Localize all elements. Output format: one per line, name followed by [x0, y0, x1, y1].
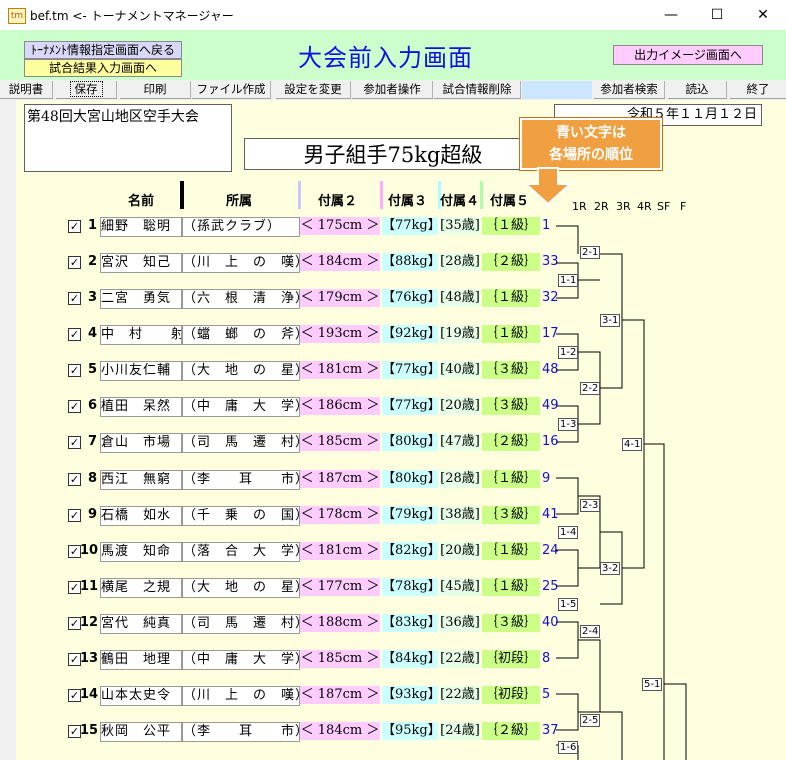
tournament-bracket [556, 225, 687, 760]
bracket-match-label[interactable]: 3-2 [600, 562, 621, 575]
bracket-match-label[interactable]: 5-1 [642, 678, 663, 691]
bracket-match-label[interactable]: 2-5 [580, 714, 601, 727]
bracket-match-label[interactable]: 2-2 [580, 382, 601, 395]
bracket-match-label[interactable]: 1-1 [558, 274, 579, 287]
bracket-match-label[interactable]: 1-4 [558, 526, 579, 539]
bracket-match-label[interactable]: 4-1 [622, 438, 643, 451]
bracket-match-label[interactable]: 2-1 [580, 246, 601, 259]
bracket-match-label[interactable]: 1-3 [558, 418, 579, 431]
bracket-match-label[interactable]: 2-3 [580, 499, 601, 512]
bracket-match-label[interactable]: 3-1 [600, 314, 621, 327]
bracket-match-label[interactable]: 1-5 [558, 598, 579, 611]
bracket-match-label[interactable]: 2-4 [580, 625, 601, 638]
bracket-match-label[interactable]: 1-2 [558, 346, 579, 359]
bracket-match-label[interactable]: 1-6 [558, 741, 579, 754]
